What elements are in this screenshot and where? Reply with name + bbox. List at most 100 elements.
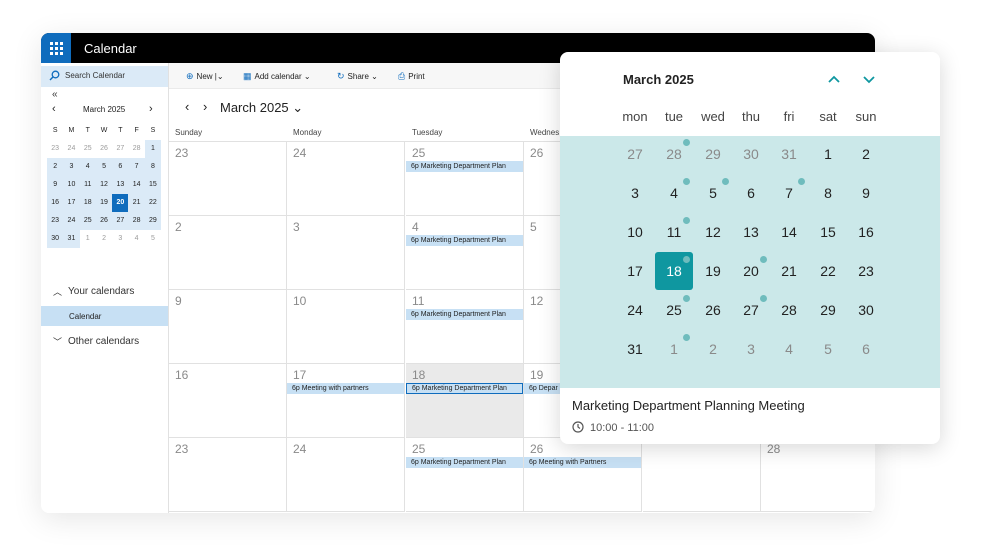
print-button[interactable]: ⎙ Print (398, 71, 425, 82)
search-input[interactable]: Search Calendar (41, 66, 168, 87)
mini-day[interactable]: 9 (47, 176, 64, 194)
mini-day[interactable]: 2 (96, 230, 112, 248)
mini-next-month-icon[interactable]: › (149, 103, 153, 115)
mini-day[interactable]: 13 (112, 176, 129, 194)
app-launcher-icon[interactable] (41, 33, 71, 63)
picker-day[interactable]: 2 (694, 330, 732, 368)
chevron-right-icon[interactable]: › (203, 99, 207, 114)
picker-day[interactable]: 31 (770, 135, 808, 173)
mini-day[interactable]: 23 (47, 212, 64, 230)
picker-day[interactable]: 27 (616, 135, 654, 173)
mini-day[interactable]: 31 (63, 230, 80, 248)
mini-day[interactable]: 5 (95, 158, 113, 176)
calendar-event[interactable]: 6p Marketing Department Plan (406, 457, 523, 468)
picker-day[interactable]: 5 (809, 330, 847, 368)
mini-day[interactable]: 12 (95, 176, 113, 194)
your-calendars-section[interactable]: ︿ Your calendars (41, 282, 168, 302)
picker-day[interactable]: 30 (732, 135, 770, 173)
picker-day[interactable]: 15 (809, 213, 847, 251)
mini-day[interactable]: 18 (79, 194, 96, 212)
mini-day[interactable]: 27 (112, 140, 129, 158)
day-cell[interactable]: 25 6p Marketing Department Plan (406, 142, 524, 216)
mini-day[interactable]: 28 (128, 212, 145, 230)
picker-day[interactable]: 8 (809, 174, 847, 212)
mini-day[interactable]: 14 (128, 176, 145, 194)
day-cell[interactable]: 18 6p Marketing Department Plan (406, 364, 524, 438)
mini-day[interactable]: 1 (80, 230, 96, 248)
day-cell[interactable]: 23 (169, 142, 287, 216)
mini-day[interactable]: 5 (145, 230, 161, 248)
add-calendar-button[interactable]: ▦ Add calendar ⌄ (243, 71, 311, 82)
collapse-sidebar-icon[interactable]: « (52, 89, 58, 100)
picker-day[interactable]: 17 (616, 252, 654, 290)
day-cell[interactable]: 4 6p Marketing Department Plan (406, 216, 524, 290)
day-cell[interactable]: 3 (287, 216, 405, 290)
mini-day[interactable]: 7 (128, 158, 145, 176)
chevron-down-icon[interactable] (860, 70, 878, 88)
calendar-event[interactable]: 6p Marketing Department Plan (406, 383, 523, 394)
picker-day[interactable]: 29 (694, 135, 732, 173)
mini-day[interactable]: 4 (79, 158, 96, 176)
picker-day[interactable]: 10 (616, 213, 654, 251)
other-calendars-section[interactable]: ﹀ Other calendars (41, 332, 168, 352)
picker-day[interactable]: 31 (616, 330, 654, 368)
mini-day[interactable]: 22 (144, 194, 162, 212)
day-cell[interactable]: 17 6p Meeting with partners (287, 364, 405, 438)
day-cell[interactable]: 26 6p Meeting with Partners (524, 438, 642, 512)
mini-day[interactable]: 4 (128, 230, 144, 248)
picker-day[interactable]: 16 (847, 213, 885, 251)
calendar-event[interactable]: 6p Marketing Department Plan (406, 161, 523, 172)
picker-day[interactable]: 13 (732, 213, 770, 251)
calendar-event[interactable]: 6p Meeting with partners (287, 383, 404, 394)
mini-day[interactable]: 17 (63, 194, 80, 212)
day-cell[interactable]: 16 (169, 364, 287, 438)
mini-day-today[interactable]: 20 (112, 194, 129, 212)
mini-day[interactable]: 10 (63, 176, 80, 194)
picker-day[interactable]: 22 (809, 252, 847, 290)
picker-day[interactable]: 24 (616, 291, 654, 329)
picker-day[interactable]: 29 (809, 291, 847, 329)
share-button[interactable]: ↻ Share ⌄ (337, 71, 378, 82)
day-cell[interactable]: 9 (169, 290, 287, 364)
calendar-event[interactable]: 6p Marketing Department Plan (406, 235, 523, 246)
mini-day[interactable]: 28 (128, 140, 145, 158)
calendar-event[interactable]: 6p Meeting with Partners (524, 457, 641, 468)
picker-day[interactable]: 28 (770, 291, 808, 329)
picker-day[interactable]: 4 (770, 330, 808, 368)
mini-day[interactable]: 15 (144, 176, 162, 194)
mini-day[interactable]: 16 (47, 194, 64, 212)
mini-day[interactable]: 21 (128, 194, 145, 212)
chevron-up-icon[interactable] (825, 70, 843, 88)
day-cell[interactable]: 24 (287, 438, 405, 512)
picker-day[interactable]: 19 (694, 252, 732, 290)
picker-day[interactable]: 3 (732, 330, 770, 368)
picker-day[interactable]: 6 (732, 174, 770, 212)
picker-day[interactable]: 1 (809, 135, 847, 173)
month-selector[interactable]: March 2025 ⌄ (220, 100, 303, 116)
picker-day[interactable]: 23 (847, 252, 885, 290)
mini-day[interactable]: 23 (47, 140, 64, 158)
picker-day[interactable]: 21 (770, 252, 808, 290)
mini-day[interactable]: 3 (112, 230, 128, 248)
mini-day[interactable]: 29 (144, 212, 162, 230)
picker-day[interactable]: 26 (694, 291, 732, 329)
picker-day[interactable]: 30 (847, 291, 885, 329)
day-cell[interactable]: 2 (169, 216, 287, 290)
mini-day[interactable]: 1 (144, 140, 162, 158)
day-cell[interactable]: 23 (169, 438, 287, 512)
mini-day[interactable]: 30 (47, 230, 64, 248)
chevron-left-icon[interactable]: ‹ (185, 99, 189, 114)
mini-day[interactable]: 11 (79, 176, 96, 194)
mini-day[interactable]: 2 (47, 158, 64, 176)
new-button[interactable]: ⊕ New |⌄ (186, 71, 224, 82)
picker-day[interactable]: 9 (847, 174, 885, 212)
picker-day[interactable]: 6 (847, 330, 885, 368)
mini-day[interactable]: 24 (63, 212, 80, 230)
sidebar-item-calendar[interactable]: Calendar (41, 306, 168, 326)
day-cell[interactable]: 11 6p Marketing Department Plan (406, 290, 524, 364)
mini-day[interactable]: 27 (112, 212, 129, 230)
mini-day[interactable]: 24 (63, 140, 80, 158)
day-cell[interactable] (643, 438, 761, 512)
mini-day[interactable]: 6 (112, 158, 129, 176)
mini-day[interactable]: 19 (95, 194, 113, 212)
